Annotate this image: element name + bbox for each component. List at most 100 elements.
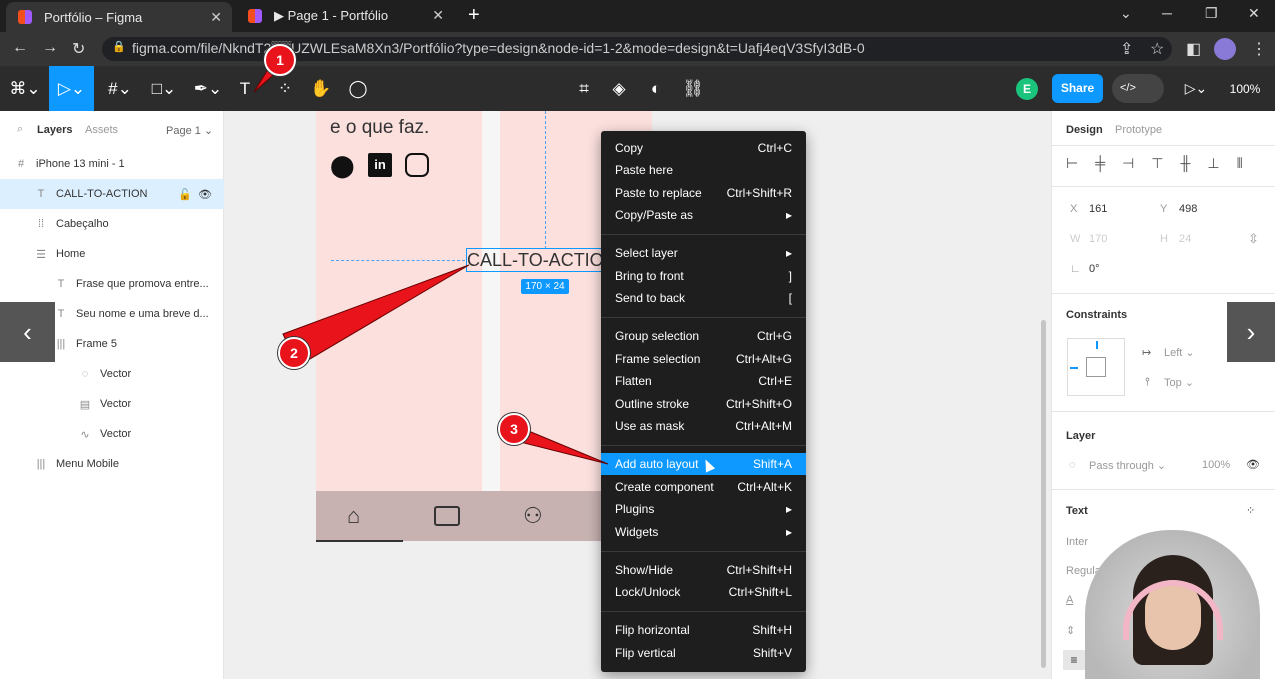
linkedin-icon[interactable]: in <box>368 153 392 177</box>
menu-item-paste-replace[interactable]: Paste to replace Ctrl+Shift+R <box>601 182 806 204</box>
layer-call-to-action[interactable]: T CALL-TO-ACTION 🔓 👁 <box>0 179 224 209</box>
home-icon[interactable]: ⌂ <box>347 503 360 529</box>
w-input[interactable]: 170 <box>1089 233 1107 245</box>
canvas-text-top[interactable]: e o que faz. <box>330 117 429 139</box>
opacity-input[interactable]: 100% <box>1202 459 1230 471</box>
share-page-icon[interactable]: ⇪ <box>1120 39 1133 59</box>
text-styles-icon[interactable]: ⁘ <box>1246 504 1255 517</box>
menu-item-select-layer[interactable]: Select layer ▸ <box>601 242 806 264</box>
layer-frase[interactable]: T Frase que promova entre... <box>0 269 224 299</box>
link-icon[interactable]: ⛓ <box>680 66 706 111</box>
dev-mode-toggle[interactable]: </> <box>1112 74 1164 103</box>
x-input[interactable]: 161 <box>1089 203 1107 215</box>
close-tab-icon[interactable]: ✕ <box>432 7 444 24</box>
frame-tool-icon[interactable]: #⌄ <box>100 66 140 111</box>
layer-vector[interactable]: ◌ Vector <box>0 359 224 389</box>
url-field[interactable]: 🔒 figma.com/file/NkndT2▒▒UZWLEsaM8Xn3/Po… <box>102 37 1172 61</box>
layer-home[interactable]: ☰ Home <box>0 239 224 269</box>
visibility-eye-icon[interactable]: 👁 <box>1246 458 1260 471</box>
menu-item-bring-front[interactable]: Bring to front] <box>601 265 806 287</box>
maximize-button[interactable]: ❐ <box>1205 5 1218 22</box>
mask-icon[interactable]: ◐ <box>643 66 669 111</box>
close-window-button[interactable]: ✕ <box>1248 5 1260 22</box>
tab-layers[interactable]: Layers <box>37 124 72 136</box>
menu-item-lock-unlock[interactable]: Lock/Unlock Ctrl+Shift+L <box>601 581 806 603</box>
tab-page1[interactable]: ▶ Page 1 - Portfólio ✕ <box>236 0 454 32</box>
back-icon[interactable]: ← <box>12 39 28 57</box>
rotation-input[interactable]: 0° <box>1089 263 1100 275</box>
tab-design[interactable]: Design <box>1066 124 1103 136</box>
crop-icon[interactable]: ⌗ <box>571 66 597 111</box>
pen-tool-icon[interactable]: ✒⌄ <box>188 66 228 111</box>
browser-menu-icon[interactable]: ⋮ <box>1251 39 1267 59</box>
h-input[interactable]: 24 <box>1179 233 1191 245</box>
move-tool-icon[interactable]: ▷⌄ <box>49 66 94 111</box>
menu-item-outline-stroke[interactable]: Outline stroke Ctrl+Shift+O <box>601 393 806 415</box>
menu-item-flip-horizontal[interactable]: Flip horizontal Shift+H <box>601 619 806 641</box>
forward-icon[interactable]: → <box>42 39 58 57</box>
menu-item-flatten[interactable]: Flatten Ctrl+E <box>601 370 806 392</box>
menu-item-group[interactable]: Group selection Ctrl+G <box>601 325 806 347</box>
menu-item-frame-selection[interactable]: Frame selection Ctrl+Alt+G <box>601 348 806 370</box>
constraint-horizontal-select[interactable]: Left ⌄ <box>1164 346 1195 359</box>
constraint-vertical-select[interactable]: Top ⌄ <box>1164 376 1194 389</box>
menu-item-widgets[interactable]: Widgets ▸ <box>601 521 806 543</box>
bookmark-star-icon[interactable]: ☆ <box>1150 39 1164 59</box>
shape-tool-icon[interactable]: □⌄ <box>144 66 184 111</box>
prev-slide-button[interactable]: ‹ <box>0 302 55 362</box>
comment-tool-icon[interactable]: ◯ <box>345 66 371 111</box>
constrain-proportions-icon[interactable]: ⇳ <box>1248 231 1259 247</box>
text-tool-icon[interactable]: T <box>232 66 258 111</box>
menu-item-show-hide[interactable]: Show/Hide Ctrl+Shift+H <box>601 559 806 581</box>
alignment-icons[interactable]: ⊢╪⊣⊤╫⊥⦀ <box>1066 155 1260 172</box>
menu-item-copy[interactable]: Copy Ctrl+C <box>601 137 806 159</box>
menu-item-copy-paste-as[interactable]: Copy/Paste as ▸ <box>601 204 806 226</box>
eye-icon[interactable]: 👁 <box>198 188 212 201</box>
share-button[interactable]: Share <box>1052 74 1103 103</box>
menu-item-use-as-mask[interactable]: Use as mask Ctrl+Alt+M <box>601 415 806 437</box>
new-tab-button[interactable]: + <box>468 4 480 27</box>
github-icon[interactable]: ⬤ <box>330 153 355 179</box>
line-height-icon[interactable]: ⇕ <box>1066 624 1075 637</box>
layer-iphone-frame[interactable]: # iPhone 13 mini - 1 <box>0 149 224 179</box>
layer-cabecalho[interactable]: ⁞⁞ Cabeçalho <box>0 209 224 239</box>
y-input[interactable]: 498 <box>1179 203 1197 215</box>
tab-prototype[interactable]: Prototype <box>1115 124 1162 136</box>
search-layers-icon[interactable]: ⌕ <box>17 123 23 136</box>
align-left-icon[interactable]: ≡ <box>1063 650 1085 670</box>
user-avatar[interactable]: E <box>1016 78 1038 100</box>
profile-avatar[interactable] <box>1214 38 1236 60</box>
menu-item-send-back[interactable]: Send to back [ <box>601 287 806 309</box>
tab-search-icon[interactable]: ⌄ <box>1120 5 1132 22</box>
blend-mode-select[interactable]: Pass through ⌄ <box>1089 459 1166 472</box>
next-slide-button[interactable]: › <box>1227 302 1275 362</box>
panel-scrollbar[interactable] <box>1041 320 1046 668</box>
sidebar-icon[interactable]: ◧ <box>1186 39 1201 59</box>
menu-item-plugins[interactable]: Plugins ▸ <box>601 498 806 520</box>
font-family-select[interactable]: Inter <box>1066 536 1088 548</box>
call-to-action-text[interactable]: CALL-TO-ACTIO <box>466 248 606 272</box>
tab-portfolio-figma[interactable]: Portfólio – Figma ✕ <box>6 2 232 32</box>
layer-menu-mobile[interactable]: ||| Menu Mobile <box>0 449 224 479</box>
menu-item-paste-here[interactable]: Paste here <box>601 159 806 181</box>
constraint-widget[interactable] <box>1067 338 1125 396</box>
menu-item-create-component[interactable]: Create component Ctrl+Alt+K <box>601 476 806 498</box>
zoom-level[interactable]: 100% <box>1222 66 1268 111</box>
close-tab-icon[interactable]: ✕ <box>210 9 222 26</box>
menu-item-flip-vertical[interactable]: Flip vertical Shift+V <box>601 642 806 664</box>
projects-icon[interactable] <box>434 506 460 526</box>
reload-icon[interactable]: ↻ <box>72 39 85 59</box>
tab-assets[interactable]: Assets <box>85 124 118 136</box>
component-icon[interactable]: ◈ <box>606 66 632 111</box>
user-icon[interactable]: ⚇ <box>523 503 543 529</box>
main-menu-icon[interactable]: ⌘⌄ <box>5 66 45 111</box>
layer-vector[interactable]: ▤ Vector <box>0 389 224 419</box>
hand-tool-icon[interactable]: ✋ <box>308 66 334 111</box>
present-icon[interactable]: ▷⌄ <box>1180 66 1212 111</box>
minimize-button[interactable]: ─ <box>1162 5 1172 21</box>
font-size-icon[interactable]: A <box>1066 594 1073 606</box>
instagram-icon[interactable] <box>405 153 429 177</box>
layer-vector[interactable]: ∿ Vector <box>0 419 224 449</box>
page-selector[interactable]: Page 1 ⌄ <box>166 124 213 137</box>
lock-icon[interactable]: 🔓 <box>178 188 192 201</box>
